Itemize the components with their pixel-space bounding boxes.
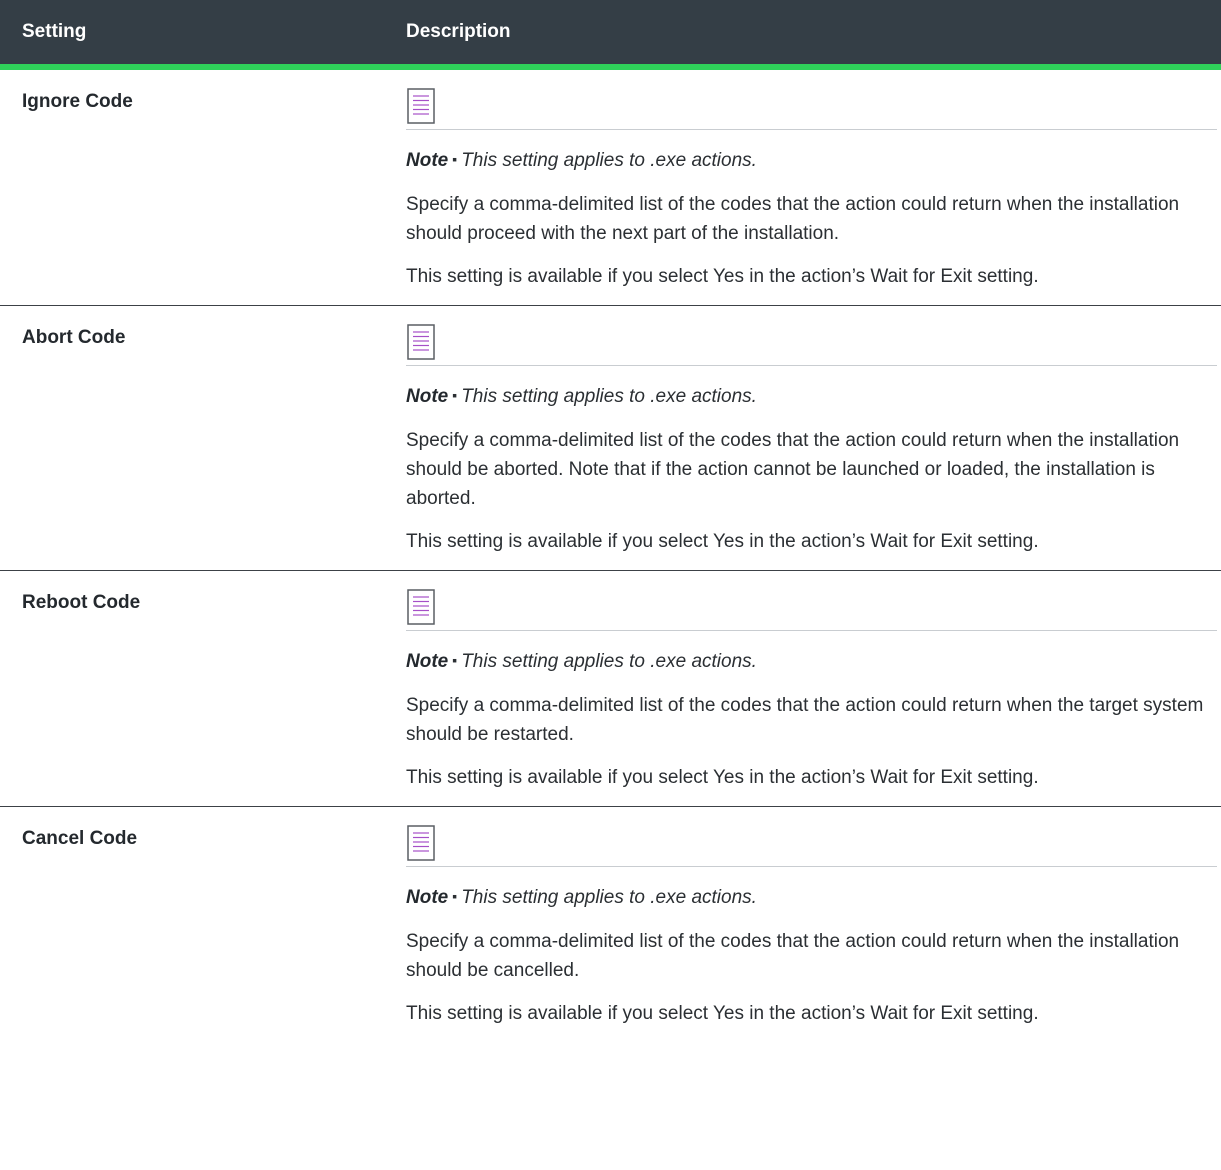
note-label: Note xyxy=(406,887,449,908)
note-bullet: ▪ xyxy=(452,652,458,668)
table-header: Setting Description xyxy=(0,0,1221,70)
note-icon-container xyxy=(406,821,1217,867)
table-row: Reboot Code Note ▪ This setting applies … xyxy=(0,571,1221,807)
description-cell: Note ▪ This setting applies to .exe action… xyxy=(400,306,1221,571)
description-paragraph: Specify a comma-delimited list of the co… xyxy=(406,194,1180,244)
note-icon-container xyxy=(406,585,1217,631)
settings-table: Setting Description Ignore Code Note ▪ T… xyxy=(0,0,1221,1042)
setting-name: Ignore Code xyxy=(22,91,133,112)
column-header-setting: Setting xyxy=(0,0,400,70)
note-label: Note xyxy=(406,651,449,672)
description-paragraph: Specify a comma-delimited list of the co… xyxy=(406,931,1180,981)
note-text: This setting applies to .exe actions. xyxy=(461,887,757,908)
note-line: Note ▪ This setting applies to .exe action… xyxy=(406,382,1221,412)
setting-name: Cancel Code xyxy=(22,828,138,849)
note-document-icon xyxy=(406,87,436,125)
setting-name: Reboot Code xyxy=(22,592,141,613)
availability-paragraph: This setting is available if you select … xyxy=(406,266,1039,287)
note-label: Note xyxy=(406,150,449,171)
note-bullet: ▪ xyxy=(452,387,458,403)
note-bullet: ▪ xyxy=(452,888,458,904)
description-cell: Note ▪ This setting applies to .exe action… xyxy=(400,807,1221,1043)
note-text: This setting applies to .exe actions. xyxy=(461,386,757,407)
description-cell: Note ▪ This setting applies to .exe action… xyxy=(400,67,1221,306)
description-cell: Note ▪ This setting applies to .exe action… xyxy=(400,571,1221,807)
note-icon-container xyxy=(406,84,1217,130)
note-document-icon xyxy=(406,323,436,361)
availability-paragraph: This setting is available if you select … xyxy=(406,1003,1039,1024)
table-row: Cancel Code Note ▪ This setting applies … xyxy=(0,807,1221,1043)
availability-paragraph: This setting is available if you select … xyxy=(406,767,1039,788)
note-document-icon xyxy=(406,588,436,626)
table-row: Abort Code Note ▪ This setting applies t… xyxy=(0,306,1221,571)
setting-name: Abort Code xyxy=(22,327,126,348)
note-label: Note xyxy=(406,386,449,407)
note-line: Note ▪ This setting applies to .exe action… xyxy=(406,146,1221,176)
note-text: This setting applies to .exe actions. xyxy=(461,651,757,672)
note-bullet: ▪ xyxy=(452,151,458,167)
note-text: This setting applies to .exe actions. xyxy=(461,150,757,171)
note-document-icon xyxy=(406,824,436,862)
note-icon-container xyxy=(406,320,1217,366)
availability-paragraph: This setting is available if you select … xyxy=(406,531,1039,552)
note-line: Note ▪ This setting applies to .exe action… xyxy=(406,883,1221,913)
description-paragraph: Specify a comma-delimited list of the co… xyxy=(406,430,1180,509)
header-row: Setting Description xyxy=(0,0,1221,70)
column-header-description: Description xyxy=(400,0,1221,70)
note-line: Note ▪ This setting applies to .exe action… xyxy=(406,647,1221,677)
description-paragraph: Specify a comma-delimited list of the co… xyxy=(406,695,1204,745)
table-row: Ignore Code Note ▪ This setting applies … xyxy=(0,67,1221,306)
